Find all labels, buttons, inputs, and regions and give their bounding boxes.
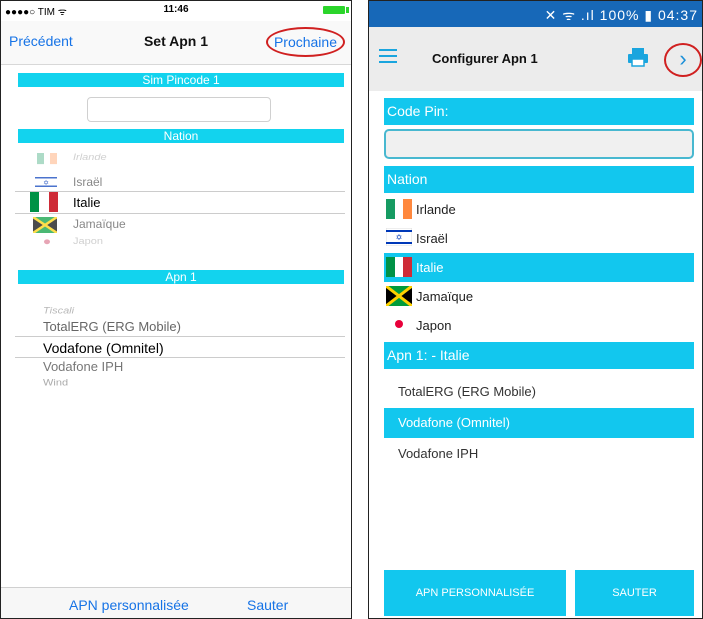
svg-text:✡: ✡ bbox=[396, 233, 403, 242]
italy-flag-icon bbox=[386, 257, 412, 277]
apn-section-header: Apn 1 bbox=[18, 270, 344, 284]
israel-flag-icon: ✡ bbox=[386, 228, 412, 246]
svg-text:✡: ✡ bbox=[43, 179, 49, 187]
picker-item[interactable]: Tiscali bbox=[43, 306, 351, 316]
picker-selection-line bbox=[15, 357, 345, 358]
apn-item-selected[interactable]: Vodafone (Omnitel) bbox=[384, 408, 694, 438]
apn-picker[interactable]: Tiscali TotalERG (ERG Mobile) Vodafone (… bbox=[15, 291, 345, 401]
jamaica-flag-icon bbox=[33, 217, 57, 233]
skip-button[interactable]: Sauter bbox=[247, 597, 288, 613]
next-button[interactable]: › bbox=[664, 43, 702, 77]
android-screen: ✕ ᯤ .ıl 100% ▮ 04:37 Configurer Apn 1 › … bbox=[368, 0, 703, 619]
nation-picker[interactable]: Irlande ✡ Israël Italie Jamaïque Japon bbox=[15, 149, 345, 259]
apn-section-header: Apn 1: - Italie bbox=[384, 342, 694, 369]
pin-input[interactable] bbox=[87, 97, 271, 122]
picker-selection-line bbox=[15, 191, 345, 192]
apn-item[interactable]: Vodafone IPH bbox=[384, 439, 694, 469]
ios-screen: ●●●●○ TIM ᯤ 11:46 Précédent Set Apn 1 Pr… bbox=[0, 0, 352, 619]
nation-section-header: Nation bbox=[384, 166, 694, 193]
ireland-flag-icon bbox=[386, 199, 412, 219]
ireland-flag-icon bbox=[37, 153, 57, 165]
israel-flag-icon: ✡ bbox=[35, 175, 57, 189]
skip-button[interactable]: SAUTER bbox=[575, 570, 694, 616]
picker-item[interactable]: TotalERG (ERG Mobile) bbox=[43, 319, 351, 334]
apn-item[interactable]: TotalERG (ERG Mobile) bbox=[384, 377, 694, 407]
picker-item[interactable]: Wind bbox=[43, 378, 351, 388]
picker-item-selected[interactable]: Vodafone (Omnitel) bbox=[43, 340, 351, 356]
nation-item[interactable]: Japon bbox=[384, 311, 694, 340]
custom-apn-button[interactable]: APN personnalisée bbox=[69, 597, 189, 613]
ios-status-bar: ●●●●○ TIM ᯤ 11:46 bbox=[1, 1, 351, 19]
italy-flag-icon bbox=[30, 192, 58, 212]
pin-input[interactable] bbox=[384, 129, 694, 159]
picker-item[interactable]: Vodafone IPH bbox=[43, 359, 351, 374]
menu-icon[interactable] bbox=[379, 49, 397, 63]
ios-bottom-toolbar: APN personnalisée Sauter bbox=[1, 587, 351, 618]
chevron-right-icon: › bbox=[679, 46, 687, 71]
android-status-bar: ✕ ᯤ .ıl 100% ▮ 04:37 bbox=[369, 1, 702, 27]
nation-item-selected[interactable]: Italie bbox=[384, 253, 694, 282]
custom-apn-button[interactable]: APN PERSONNALISÉE bbox=[384, 570, 566, 616]
nation-section-header: Nation bbox=[18, 129, 344, 143]
pin-section-header: Code Pin: bbox=[384, 98, 694, 125]
android-app-bar: Configurer Apn 1 › bbox=[369, 27, 702, 91]
japan-flag-icon bbox=[386, 315, 412, 333]
next-button[interactable]: Prochaine bbox=[265, 27, 345, 57]
japan-flag-icon bbox=[37, 237, 57, 247]
status-icons: ✕ ᯤ .ıl 100% ▮ 04:37 bbox=[544, 7, 698, 23]
ios-nav-bar: Précédent Set Apn 1 Prochaine bbox=[1, 21, 351, 65]
picker-selection-line bbox=[15, 213, 345, 214]
page-title: Configurer Apn 1 bbox=[432, 51, 538, 66]
nation-item[interactable]: Irlande bbox=[384, 195, 694, 224]
clock: 11:46 bbox=[163, 4, 189, 15]
pin-section-header: Sim Pincode 1 bbox=[18, 73, 344, 87]
picker-selection-line bbox=[15, 336, 345, 337]
jamaica-flag-icon bbox=[386, 286, 412, 306]
battery-icon bbox=[323, 6, 349, 14]
printer-icon[interactable] bbox=[627, 47, 649, 67]
nation-item[interactable]: ✡ Israël bbox=[384, 224, 694, 253]
nation-item[interactable]: Jamaïque bbox=[384, 282, 694, 311]
